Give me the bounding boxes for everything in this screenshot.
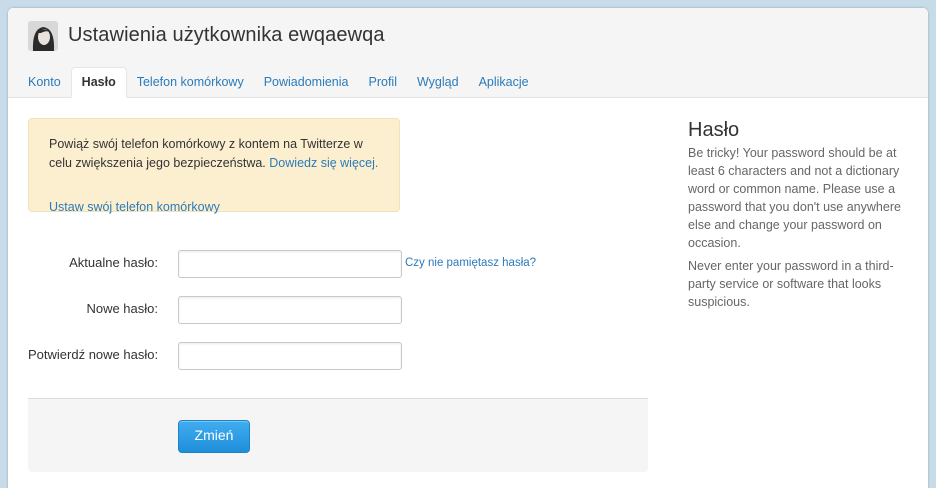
form-actions: Zmień [28,398,648,472]
sidebar-warning: Never enter your password in a third-par… [688,259,894,309]
new-password-input[interactable] [178,296,402,324]
current-password-input[interactable] [178,250,402,278]
sidebar-title: Hasło [688,119,740,141]
tab-konto[interactable]: Konto [18,67,71,98]
avatar[interactable] [28,21,58,51]
tab-aplikacje[interactable]: Aplikacje [469,67,539,98]
avatar-image [28,21,58,51]
settings-header: Ustawienia użytkownika ewqaewqa Konto Ha… [8,8,928,98]
confirm-password-row: Potwierdź nowe hasło: [28,342,648,370]
current-password-label: Aktualne hasło: [69,255,158,270]
settings-card: Ustawienia użytkownika ewqaewqa Konto Ha… [8,8,928,488]
new-password-row: Nowe hasło: [28,296,648,324]
sidebar-tip: Be tricky! Your password should be at le… [688,146,901,250]
tab-wyglad[interactable]: Wygląd [407,67,469,98]
change-password-button[interactable]: Zmień [178,420,250,453]
tab-powiadomienia[interactable]: Powiadomienia [254,67,359,98]
page-title: Ustawienia użytkownika ewqaewqa [68,24,385,46]
notice-text: Powiąż swój telefon komórkowy z kontem n… [49,135,379,173]
settings-tabs: Konto Hasło Telefon komórkowy Powiadomie… [18,67,539,98]
confirm-password-label: Potwierdź nowe hasło: [28,347,159,362]
mobile-notice: Powiąż swój telefon komórkowy z kontem n… [28,118,400,214]
forgot-password-link[interactable]: Czy nie pamiętasz hasła? [405,250,536,276]
new-password-label: Nowe hasło: [86,301,158,316]
learn-more-link[interactable]: Dowiedz się więcej. [269,156,378,170]
tab-telefon[interactable]: Telefon komórkowy [127,67,254,98]
tab-profil[interactable]: Profil [359,67,407,98]
set-phone-link[interactable]: Ustaw swój telefon komórkowy [49,198,220,217]
current-password-row: Aktualne hasło: Czy nie pamiętasz hasła? [28,250,648,278]
tab-haslo[interactable]: Hasło [70,67,127,98]
confirm-password-input[interactable] [178,342,402,370]
